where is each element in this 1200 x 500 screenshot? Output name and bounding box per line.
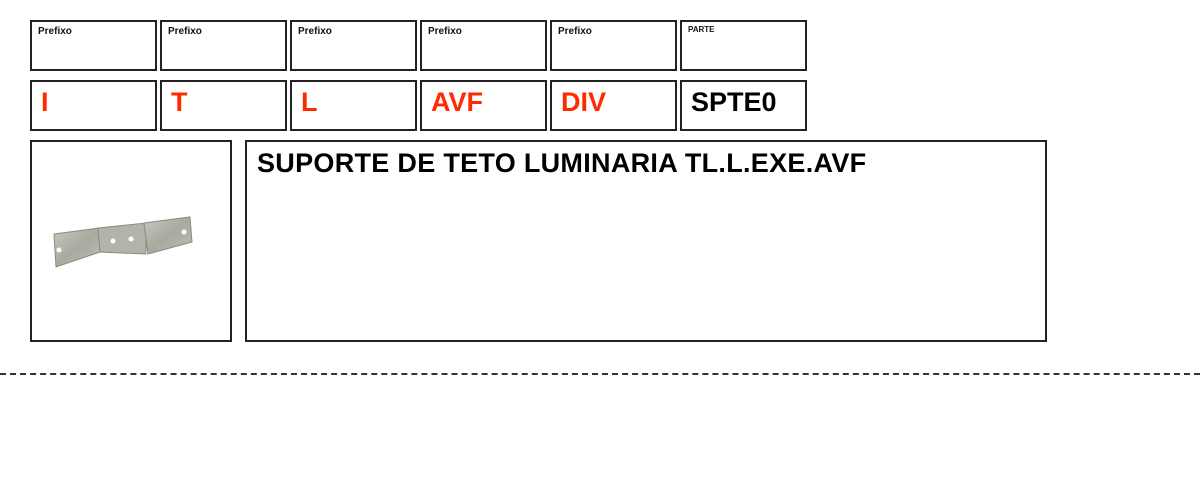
value-cell: T: [160, 80, 287, 131]
header-label: Prefixo: [168, 26, 202, 37]
header-label: Prefixo: [558, 26, 592, 37]
header-label: Prefixo: [428, 26, 462, 37]
metal-bracket-image: [53, 216, 193, 268]
code-value: T: [171, 87, 188, 117]
cut-line-divider: [0, 373, 1200, 375]
value-cell: AVF: [420, 80, 547, 131]
header-label: Prefixo: [298, 26, 332, 37]
header-cell: Prefixo: [420, 20, 547, 71]
header-cell: PARTE: [680, 20, 807, 71]
code-value: AVF: [431, 87, 483, 117]
header-label: PARTE: [688, 25, 715, 34]
code-value: L: [301, 87, 318, 117]
header-cell: Prefixo: [550, 20, 677, 71]
value-cell: DIV: [550, 80, 677, 131]
code-value: SPTE0: [691, 87, 777, 117]
code-value: DIV: [561, 87, 607, 117]
header-cell: Prefixo: [30, 20, 157, 71]
part-description: SUPORTE DE TETO LUMINARIA TL.L.EXE.AVF: [257, 148, 867, 178]
product-image-box: [30, 140, 232, 342]
value-cell: SPTE0: [680, 80, 807, 131]
header-label: Prefixo: [38, 26, 72, 37]
value-cell: L: [290, 80, 417, 131]
header-cell: Prefixo: [290, 20, 417, 71]
description-box: SUPORTE DE TETO LUMINARIA TL.L.EXE.AVF: [245, 140, 1047, 342]
header-cell: Prefixo: [160, 20, 287, 71]
code-value: I: [41, 87, 49, 117]
value-cell: I: [30, 80, 157, 131]
